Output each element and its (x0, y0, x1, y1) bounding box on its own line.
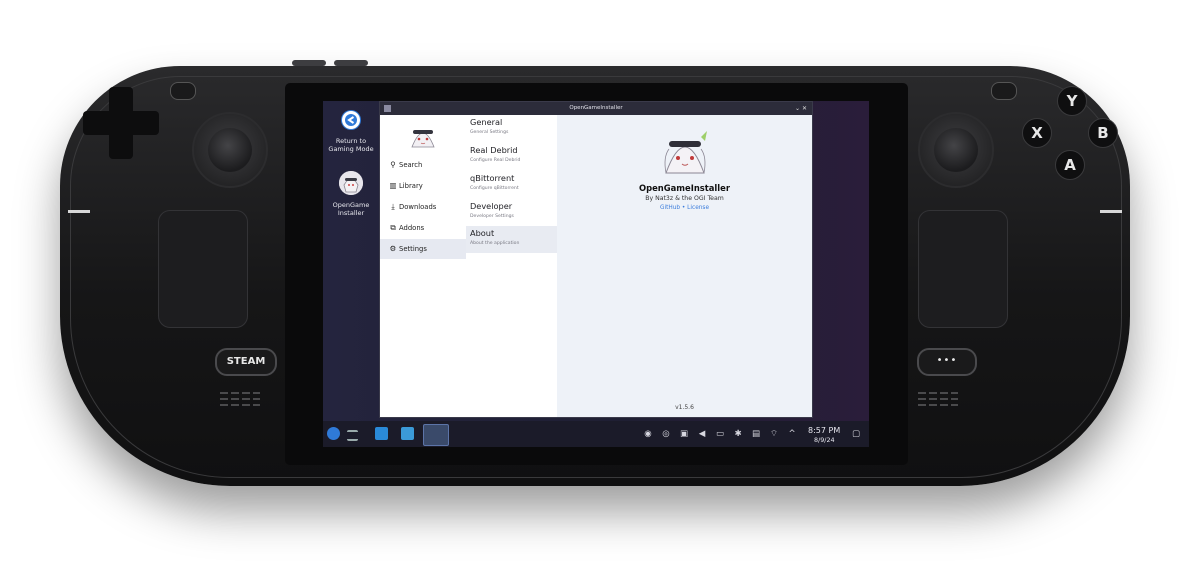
tray-expand-icon[interactable]: ^ (785, 429, 799, 439)
window-controls[interactable]: ⌄ ✕ (795, 102, 807, 115)
return-to-gaming-mode-icon[interactable] (341, 110, 361, 130)
clock-time[interactable]: 8:57 PM (808, 426, 840, 435)
left-thumbstick[interactable] (192, 112, 268, 188)
desktop-icons: Return to Gaming Mode OpenGame Installer (323, 101, 379, 421)
about-panel: OpenGameInstaller By Nat3z & the OGI Tea… (557, 115, 812, 417)
menu-button[interactable] (991, 82, 1017, 100)
bluetooth-icon[interactable]: ✱ (731, 429, 745, 439)
a-button[interactable]: A (1055, 150, 1085, 180)
nav-item-label: Settings (399, 245, 427, 253)
nav-item-settings[interactable]: ⚙ Settings (380, 239, 466, 259)
y-button[interactable]: Y (1057, 86, 1087, 116)
nav-item-label: Library (399, 182, 423, 190)
right-trackpad[interactable] (918, 210, 1008, 328)
clipboard-icon[interactable]: ▣ (677, 429, 691, 439)
b-button[interactable]: B (1088, 118, 1118, 148)
settings-item-general[interactable]: General General Settings (466, 115, 557, 142)
file-manager-icon[interactable] (401, 427, 414, 440)
settings-list: General General Settings Real Debrid Con… (466, 115, 558, 417)
task-switcher-icon[interactable] (347, 430, 358, 441)
settings-item-subtitle: Developer Settings (470, 214, 514, 219)
settings-item-title: Real Debrid (470, 145, 518, 155)
settings-item-qbittorrent[interactable]: qBittorrent Configure qBittorrent (466, 171, 557, 198)
window-app-icon (384, 105, 391, 112)
steam-button[interactable]: STEAM (215, 348, 277, 376)
app-window: OpenGameInstaller ⌄ ✕ ⚲ Search ▥ Library… (379, 101, 813, 418)
settings-item-subtitle: Configure qBittorrent (470, 186, 519, 191)
settings-item-developer[interactable]: Developer Developer Settings (466, 199, 557, 226)
battery-icon[interactable]: ▭ (713, 429, 727, 439)
search-icon: ⚲ (390, 160, 396, 169)
nav-item-label: Addons (399, 224, 425, 232)
app-launcher-icon[interactable] (327, 427, 340, 440)
library-icon: ▥ (389, 181, 397, 190)
puzzle-icon: ⧉ (390, 223, 396, 232)
about-app-name: OpenGameInstaller (639, 183, 730, 193)
settings-item-subtitle: Configure Real Debrid (470, 158, 521, 163)
opengame-installer-desktop-label[interactable]: OpenGame Installer (325, 201, 377, 217)
about-app-logo (657, 127, 713, 179)
opengame-installer-desktop-icon[interactable] (339, 171, 363, 195)
nav-item-addons[interactable]: ⧉ Addons (380, 218, 466, 238)
settings-item-subtitle: General Settings (470, 130, 509, 135)
taskbar: ◉ ◎ ▣ ◀ ▭ ✱ ▤ ⌔ ^ 8:57 PM 8/9/24 ▢ (323, 421, 869, 447)
window-titlebar[interactable]: OpenGameInstaller ⌄ ✕ (380, 102, 812, 115)
quick-access-button[interactable]: ••• (917, 348, 977, 376)
settings-item-title: qBittorrent (470, 173, 515, 183)
volume-icon[interactable]: ◀ (695, 429, 709, 439)
nav-item-library[interactable]: ▥ Library (380, 176, 466, 196)
left-speaker-grille (220, 388, 260, 410)
steam-tray-icon[interactable]: ◉ (641, 429, 655, 439)
settings-item-title: About (470, 228, 495, 238)
discover-store-icon[interactable] (375, 427, 388, 440)
side-accent (68, 210, 90, 213)
left-trackpad[interactable] (158, 210, 248, 328)
window-title: OpenGameInstaller (569, 105, 623, 111)
top-vent (334, 60, 368, 66)
side-accent (1100, 210, 1122, 213)
right-thumbstick-cap (934, 128, 978, 172)
nav-item-downloads[interactable]: ⤓ Downloads (380, 197, 466, 217)
nav-logo-avatar (406, 121, 440, 151)
x-button[interactable]: X (1022, 118, 1052, 148)
about-version: v1.5.6 (675, 404, 694, 411)
left-thumbstick-cap (208, 128, 252, 172)
nav-item-label: Downloads (399, 203, 437, 211)
top-vent (292, 60, 326, 66)
view-button[interactable] (170, 82, 196, 100)
settings-item-subtitle: About the application (470, 241, 520, 246)
opengame-installer-task-icon[interactable] (423, 424, 449, 446)
return-to-gaming-mode-label[interactable]: Return to Gaming Mode (325, 137, 377, 153)
about-byline: By Nat3z & the OGI Team (645, 195, 724, 202)
clock-date[interactable]: 8/9/24 (814, 436, 835, 444)
main-nav: ⚲ Search ▥ Library ⤓ Downloads ⧉ Addons … (380, 115, 467, 417)
nav-item-label: Search (399, 161, 423, 169)
right-speaker-grille (918, 388, 958, 410)
storage-icon[interactable]: ▤ (749, 429, 763, 439)
settings-item-title: Developer (470, 201, 513, 211)
settings-item-title: General (470, 117, 503, 127)
settings-item-real-debrid[interactable]: Real Debrid Configure Real Debrid (466, 143, 557, 170)
update-tray-icon[interactable]: ◎ (659, 429, 673, 439)
download-icon: ⤓ (391, 202, 395, 211)
dpad-vertical[interactable] (109, 87, 133, 159)
right-thumbstick[interactable] (918, 112, 994, 188)
nav-item-search[interactable]: ⚲ Search (380, 155, 466, 175)
gear-icon: ⚙ (389, 244, 397, 253)
show-desktop-icon[interactable]: ▢ (849, 429, 863, 439)
about-links[interactable]: GitHub • License (557, 205, 812, 211)
settings-item-about[interactable]: About About the application (466, 226, 557, 253)
desktop-screen: Return to Gaming Mode OpenGame Installer… (323, 101, 869, 447)
wifi-icon[interactable]: ⌔ (767, 429, 781, 439)
